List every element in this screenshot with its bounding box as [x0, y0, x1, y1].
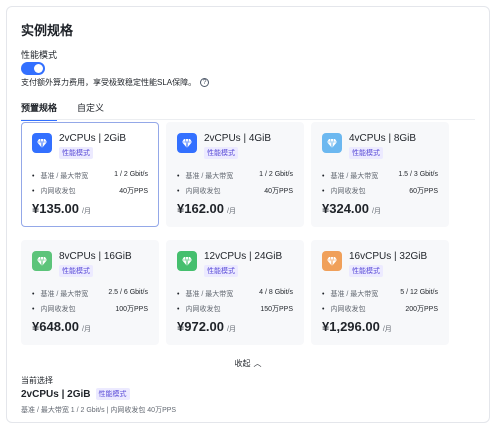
card-spec: 16vCPUs | 32GiB [349, 251, 428, 262]
card-pps-row: 内网收发包 60万PPS [322, 186, 438, 196]
card-spec: 8vCPUs | 16GiB [59, 251, 132, 262]
tab-divider [21, 119, 475, 120]
tab-preset[interactable]: 预置规格 [21, 101, 58, 121]
card-bandwidth-label: 基准 / 最大带宽 [32, 171, 88, 181]
card-pps-value: 150万PPS [260, 306, 293, 313]
card-bandwidth-row: 基准 / 最大带宽 4 / 8 Gbit/s [177, 289, 293, 299]
card-price: ¥135.00/月 [32, 201, 91, 216]
card-bandwidth-label: 基准 / 最大带宽 [322, 289, 378, 299]
card-price-unit: /月 [382, 326, 392, 333]
card-price-value: ¥1,296.00 [322, 319, 380, 334]
card-price-unit: /月 [372, 208, 381, 215]
card-price-value: ¥648.00 [32, 319, 79, 334]
collapse-label: 收起 [234, 359, 251, 368]
current-selection-label: 当前选择 [21, 376, 53, 385]
diamond-icon [32, 133, 52, 153]
performance-mode-desc: 支付额外算力费用，享受极致稳定性能SLA保障。 ? [21, 77, 210, 88]
diamond-icon [322, 251, 342, 271]
card-price: ¥324.00/月 [322, 201, 381, 216]
card-mode-badge: 性能模式 [204, 265, 238, 277]
current-mode-badge: 性能模式 [95, 388, 130, 400]
card-mode-badge: 性能模式 [349, 147, 383, 159]
diamond-icon [32, 251, 52, 271]
card-price-value: ¥972.00 [177, 319, 224, 334]
card-price: ¥1,296.00/月 [322, 319, 392, 334]
card-pps-row: 内网收发包 150万PPS [177, 304, 293, 314]
card-mode-badge: 性能模式 [349, 265, 383, 277]
card-bandwidth-value: 4 / 8 Gbit/s [259, 289, 293, 296]
card-bandwidth-value: 1 / 2 Gbit/s [114, 171, 148, 178]
chevron-up-icon: ︿ [253, 359, 262, 368]
card-price-value: ¥135.00 [32, 201, 79, 216]
performance-mode-desc-text: 支付额外算力费用，享受极致稳定性能SLA保障。 [21, 78, 197, 87]
spec-tabs: 预置规格 自定义 [21, 101, 104, 121]
card-pps-label: 内网收发包 [177, 304, 220, 314]
card-pps-value: 100万PPS [115, 306, 148, 313]
card-mode-badge: 性能模式 [59, 265, 93, 277]
tab-custom[interactable]: 自定义 [77, 101, 104, 121]
card-price-value: ¥162.00 [177, 201, 224, 216]
card-bandwidth-value: 2.5 / 6 Gbit/s [108, 289, 148, 296]
card-pps-label: 内网收发包 [322, 304, 365, 314]
toggle-knob [34, 64, 43, 73]
card-price-unit: /月 [227, 208, 236, 215]
card-price: ¥162.00/月 [177, 201, 236, 216]
card-spec: 2vCPUs | 2GiB [59, 133, 127, 144]
diamond-icon [177, 251, 197, 271]
card-bandwidth-label: 基准 / 最大带宽 [177, 171, 233, 181]
card-bandwidth-row: 基准 / 最大带宽 2.5 / 6 Gbit/s [32, 289, 148, 299]
spec-card[interactable]: 2vCPUs | 4GiB 性能模式基准 / 最大带宽 1 / 2 Gbit/s 内网… [166, 122, 304, 227]
card-mode-badge: 性能模式 [204, 147, 238, 159]
spec-card[interactable]: 2vCPUs | 2GiB 性能模式基准 / 最大带宽 1 / 2 Gbit/s 内网… [21, 122, 159, 227]
card-pps-label: 内网收发包 [32, 304, 75, 314]
card-pps-row: 内网收发包 100万PPS [32, 304, 148, 314]
card-price-unit: /月 [82, 326, 91, 333]
card-bandwidth-label: 基准 / 最大带宽 [32, 289, 88, 299]
question-circle-icon[interactable]: ? [200, 78, 210, 87]
card-price-unit: /月 [82, 208, 91, 215]
card-pps-row: 内网收发包 200万PPS [322, 304, 438, 314]
spec-card[interactable]: 16vCPUs | 32GiB 性能模式基准 / 最大带宽 5 / 12 Gbit/… [311, 240, 449, 345]
collapse-button[interactable]: 收起 ︿ [7, 358, 489, 369]
card-spec: 2vCPUs | 4GiB [204, 133, 272, 144]
card-pps-value: 60万PPS [409, 188, 438, 195]
card-pps-row: 内网收发包 40万PPS [32, 186, 148, 196]
card-bandwidth-value: 5 / 12 Gbit/s [400, 289, 438, 296]
card-pps-value: 40万PPS [264, 188, 293, 195]
card-mode-badge: 性能模式 [59, 147, 93, 159]
instance-spec-panel: 实例规格 性能模式 支付额外算力费用，享受极致稳定性能SLA保障。 ? 预置规格… [6, 6, 490, 423]
diamond-icon [177, 133, 197, 153]
diamond-icon [322, 133, 342, 153]
card-price: ¥972.00/月 [177, 319, 236, 334]
card-bandwidth-label: 基准 / 最大带宽 [322, 171, 378, 181]
current-selection-spec: 2vCPUs | 2GiB 性能模式 [21, 388, 130, 400]
card-pps-value: 200万PPS [405, 306, 438, 313]
card-bandwidth-label: 基准 / 最大带宽 [177, 289, 233, 299]
card-bandwidth-row: 基准 / 最大带宽 1 / 2 Gbit/s [32, 171, 148, 181]
card-spec: 4vCPUs | 8GiB [349, 133, 417, 144]
card-bandwidth-row: 基准 / 最大带宽 1.5 / 3 Gbit/s [322, 171, 438, 181]
card-pps-label: 内网收发包 [177, 186, 220, 196]
card-pps-label: 内网收发包 [322, 186, 365, 196]
card-bandwidth-row: 基准 / 最大带宽 5 / 12 Gbit/s [322, 289, 438, 299]
card-pps-label: 内网收发包 [32, 186, 75, 196]
card-price-value: ¥324.00 [322, 201, 369, 216]
card-bandwidth-value: 1 / 2 Gbit/s [259, 171, 293, 178]
current-selection-detail: 基准 / 最大带宽 1 / 2 Gbit/s | 内网收发包 40万PPS [21, 407, 177, 414]
spec-card[interactable]: 12vCPUs | 24GiB 性能模式基准 / 最大带宽 4 / 8 Gbit/s… [166, 240, 304, 345]
card-bandwidth-value: 1.5 / 3 Gbit/s [398, 171, 438, 178]
panel-title: 实例规格 [21, 23, 74, 38]
card-spec: 12vCPUs | 24GiB [204, 251, 283, 262]
performance-mode-toggle[interactable] [21, 62, 45, 75]
card-bandwidth-row: 基准 / 最大带宽 1 / 2 Gbit/s [177, 171, 293, 181]
spec-card[interactable]: 8vCPUs | 16GiB 性能模式基准 / 最大带宽 2.5 / 6 Gbit/… [21, 240, 159, 345]
card-price: ¥648.00/月 [32, 319, 91, 334]
spec-card[interactable]: 4vCPUs | 8GiB 性能模式基准 / 最大带宽 1.5 / 3 Gbit/s… [311, 122, 449, 227]
card-pps-value: 40万PPS [119, 188, 148, 195]
card-pps-row: 内网收发包 40万PPS [177, 186, 293, 196]
current-spec-text: 2vCPUs | 2GiB [21, 388, 91, 400]
card-price-unit: /月 [227, 326, 236, 333]
performance-mode-label: 性能模式 [21, 50, 58, 60]
